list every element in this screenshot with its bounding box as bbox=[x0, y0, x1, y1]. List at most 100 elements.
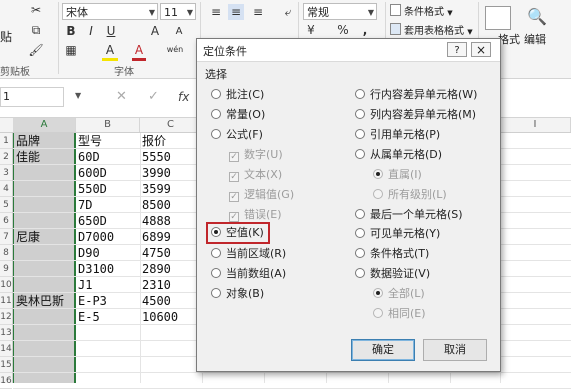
option-constants[interactable]: 常量(O) bbox=[211, 106, 265, 124]
shrink-font-button[interactable]: A bbox=[172, 24, 186, 40]
chevron-down-icon[interactable]: ▼ bbox=[187, 4, 193, 21]
row-header[interactable]: 5 bbox=[0, 197, 12, 213]
cell-a2[interactable]: 佳能 bbox=[16, 149, 40, 165]
close-button[interactable]: × bbox=[471, 42, 491, 57]
cell-a7[interactable]: 尼康 bbox=[16, 229, 40, 245]
option-current-region[interactable]: 当前区域(R) bbox=[211, 245, 286, 263]
row-header[interactable]: 13 bbox=[0, 325, 12, 341]
option-comments[interactable]: 批注(C) bbox=[211, 86, 264, 104]
bold-button[interactable]: B bbox=[64, 23, 78, 39]
price-cell[interactable]: 8500 bbox=[142, 197, 171, 213]
option-last-cell[interactable]: 最后一个单元格(S) bbox=[355, 206, 463, 224]
row-header[interactable]: 9 bbox=[0, 261, 12, 277]
price-cell[interactable]: 2310 bbox=[142, 277, 171, 293]
number-format-select[interactable]: 常规 ▼ bbox=[303, 3, 377, 20]
row-header[interactable]: 7 bbox=[0, 229, 12, 245]
font-color-button[interactable]: A bbox=[132, 42, 146, 61]
option-blanks[interactable]: 空值(K) bbox=[211, 224, 264, 242]
price-cell[interactable]: 2890 bbox=[142, 261, 171, 277]
row-header[interactable]: 15 bbox=[0, 357, 12, 373]
cells-format-label[interactable]: 格式 bbox=[498, 31, 520, 47]
price-cell[interactable]: 5550 bbox=[142, 149, 171, 165]
model-cell[interactable]: E-5 bbox=[78, 309, 100, 325]
option-formulas[interactable]: 公式(F) bbox=[211, 126, 263, 144]
wrap-text-icon[interactable]: ⤶ bbox=[280, 4, 296, 20]
enter-icon[interactable]: ✓ bbox=[148, 89, 159, 104]
model-cell[interactable]: 60D bbox=[78, 149, 100, 165]
cut-icon[interactable]: ✂ bbox=[28, 2, 44, 18]
price-cell[interactable]: 3599 bbox=[142, 181, 171, 197]
model-cell[interactable]: 600D bbox=[78, 165, 107, 181]
option-visible-cells[interactable]: 可见单元格(Y) bbox=[355, 225, 440, 243]
currency-icon[interactable]: ¥ bbox=[304, 22, 318, 38]
row-header[interactable]: 10 bbox=[0, 277, 12, 293]
price-cell[interactable]: 6899 bbox=[142, 229, 171, 245]
column-header[interactable]: I bbox=[500, 118, 571, 132]
chevron-down-icon[interactable]: ▼ bbox=[368, 4, 374, 21]
fill-color-button[interactable]: A bbox=[102, 42, 118, 61]
column-header[interactable]: B bbox=[76, 118, 140, 132]
row-header[interactable]: 2 bbox=[0, 149, 12, 165]
name-box[interactable]: 1 bbox=[0, 87, 64, 107]
grow-font-button[interactable]: A bbox=[148, 23, 162, 39]
model-cell[interactable]: E-P3 bbox=[78, 293, 107, 309]
option-column-differences[interactable]: 列内容差异单元格(M) bbox=[355, 106, 476, 124]
option-conditional-formats[interactable]: 条件格式(T) bbox=[355, 245, 429, 263]
cell-c1[interactable]: 报价 bbox=[142, 133, 166, 149]
insert-function-button[interactable]: fx bbox=[178, 90, 189, 104]
row-header[interactable]: 8 bbox=[0, 245, 12, 261]
row-header[interactable]: 4 bbox=[0, 181, 12, 197]
price-cell[interactable]: 4500 bbox=[142, 293, 171, 309]
format-as-table-button[interactable]: 套用表格格式 ▼ bbox=[390, 22, 473, 37]
phonetic-button[interactable]: wén bbox=[162, 42, 188, 58]
row-header[interactable]: 1 bbox=[0, 133, 12, 149]
copy-icon[interactable]: ⧉ bbox=[28, 22, 44, 38]
cell-a1[interactable]: 品牌 bbox=[16, 133, 40, 149]
row-header[interactable]: 3 bbox=[0, 165, 12, 181]
row-header[interactable]: 11 bbox=[0, 293, 12, 309]
percent-button[interactable]: % bbox=[336, 22, 350, 38]
column-header[interactable]: A bbox=[13, 118, 76, 132]
cell-a11[interactable]: 奥林巴斯 bbox=[16, 293, 64, 309]
align-top-icon[interactable]: ≡ bbox=[208, 4, 224, 20]
option-data-validation[interactable]: 数据验证(V) bbox=[355, 265, 430, 283]
editing-icon[interactable]: 🔍 bbox=[525, 6, 549, 28]
model-cell[interactable]: 650D bbox=[78, 213, 107, 229]
row-header[interactable]: 16 bbox=[0, 373, 12, 389]
name-box-dropdown-icon[interactable]: ▼ bbox=[75, 91, 81, 100]
cancel-button[interactable]: 取消 bbox=[423, 339, 487, 361]
row-header[interactable]: 12 bbox=[0, 309, 12, 325]
chevron-down-icon[interactable]: ▼ bbox=[149, 4, 155, 21]
column-header[interactable]: C bbox=[140, 118, 202, 132]
ok-button[interactable]: 确定 bbox=[351, 339, 415, 361]
conditional-format-button[interactable]: 条件格式 ▼ bbox=[390, 3, 453, 18]
model-cell[interactable]: D3100 bbox=[78, 261, 114, 277]
help-button[interactable]: ? bbox=[447, 42, 467, 57]
price-cell[interactable]: 10600 bbox=[142, 309, 178, 325]
option-current-array[interactable]: 当前数组(A) bbox=[211, 265, 286, 283]
option-row-differences[interactable]: 行内容差异单元格(W) bbox=[355, 86, 477, 104]
model-cell[interactable]: 550D bbox=[78, 181, 107, 197]
borders-icon[interactable]: ▦ bbox=[64, 42, 78, 58]
model-cell[interactable]: D7000 bbox=[78, 229, 114, 245]
italic-button[interactable]: I bbox=[84, 23, 98, 39]
model-cell[interactable]: 7D bbox=[78, 197, 92, 213]
font-name-select[interactable]: 宋体 ▼ bbox=[62, 3, 158, 20]
cell-b1[interactable]: 型号 bbox=[78, 133, 102, 149]
paste-button[interactable]: 贴 bbox=[0, 28, 12, 45]
model-cell[interactable]: D90 bbox=[78, 245, 100, 261]
align-bottom-icon[interactable]: ≡ bbox=[250, 4, 266, 20]
option-dependents[interactable]: 从属单元格(D) bbox=[355, 146, 442, 164]
format-painter-icon[interactable]: 🖌 bbox=[28, 42, 44, 58]
underline-button[interactable]: U bbox=[104, 23, 118, 39]
font-size-select[interactable]: 11 ▼ bbox=[160, 3, 196, 20]
option-precedents[interactable]: 引用单元格(P) bbox=[355, 126, 440, 144]
model-cell[interactable]: J1 bbox=[78, 277, 92, 293]
comma-button[interactable]: , bbox=[358, 22, 372, 38]
editing-label[interactable]: 编辑 bbox=[524, 31, 546, 47]
price-cell[interactable]: 3990 bbox=[142, 165, 171, 181]
cells-format-icon[interactable] bbox=[485, 6, 511, 30]
row-header[interactable]: 6 bbox=[0, 213, 12, 229]
price-cell[interactable]: 4888 bbox=[142, 213, 171, 229]
option-objects[interactable]: 对象(B) bbox=[211, 285, 264, 303]
